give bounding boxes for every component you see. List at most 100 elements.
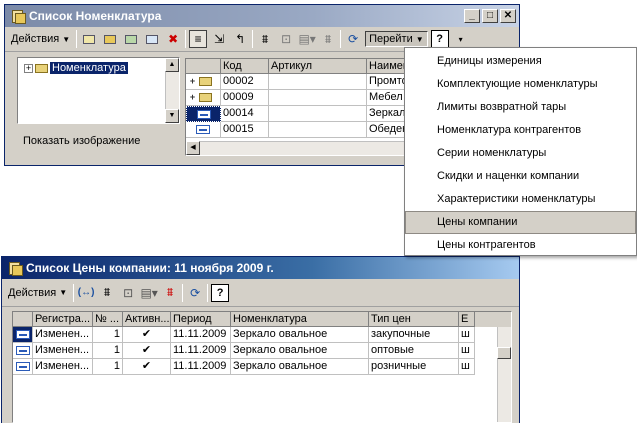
folder-icon bbox=[199, 76, 212, 86]
code-cell: 00002 bbox=[221, 74, 269, 90]
table-row[interactable]: 00015 Обеден bbox=[186, 122, 406, 138]
scroll-left-button[interactable]: ◀ bbox=[186, 141, 200, 155]
goto-dropdown-menu: Единицы измерения Комплектующие номенкла… bbox=[404, 47, 637, 256]
column-header-registrar[interactable]: Регистра... bbox=[33, 312, 93, 327]
scroll-thumb[interactable] bbox=[497, 347, 511, 359]
actions-menu-button[interactable]: Действия ▼ bbox=[8, 32, 73, 46]
tree-vertical-scrollbar[interactable]: ▲ ▼ bbox=[165, 58, 179, 123]
element-icon bbox=[196, 124, 210, 134]
table-row[interactable]: + 00009 Мебел bbox=[186, 90, 406, 106]
table-horizontal-scrollbar[interactable]: ◀ bbox=[186, 141, 406, 155]
row-icon-cell: + bbox=[186, 74, 221, 90]
table-row[interactable]: Изменен... 1 ✔ 11.11.2009 Зеркало овальн… bbox=[13, 327, 511, 343]
table-row[interactable]: Изменен... 1 ✔ 11.11.2009 Зеркало овальн… bbox=[13, 359, 511, 375]
clear-filter-icon[interactable]: ⩩ bbox=[161, 284, 179, 302]
menu-item-discounts[interactable]: Скидки и наценки компании bbox=[405, 165, 636, 188]
period-icon[interactable]: (↔) bbox=[77, 284, 95, 302]
column-header-name[interactable]: Наимен bbox=[367, 59, 406, 74]
table-header: Регистра... № ... Активн... Период Номен… bbox=[13, 312, 511, 327]
article-cell bbox=[269, 90, 367, 106]
prices-window-title: Список Цены компании: 11 ноября 2009 г. bbox=[26, 261, 274, 275]
column-header-active[interactable]: Активн... bbox=[123, 312, 171, 327]
close-button[interactable]: ✕ bbox=[500, 9, 516, 23]
prices-vertical-scrollbar[interactable] bbox=[497, 327, 511, 422]
column-header-icon[interactable] bbox=[13, 312, 33, 327]
menu-item-units[interactable]: Единицы измерения bbox=[405, 50, 636, 73]
actions-menu-button[interactable]: Действия ▼ bbox=[5, 286, 70, 300]
register-record-icon bbox=[16, 329, 30, 339]
nomenclature-cell: Зеркало овальное bbox=[231, 327, 369, 343]
table-row[interactable]: Изменен... 1 ✔ 11.11.2009 Зеркало овальн… bbox=[13, 343, 511, 359]
filter-history-icon[interactable]: ▤▾ bbox=[140, 284, 158, 302]
level-up-icon[interactable]: ↰ bbox=[231, 30, 249, 48]
tree-root-node[interactable]: + Номенклатура bbox=[24, 62, 128, 74]
unit-cell: ш bbox=[459, 343, 475, 359]
menu-item-counterparty-prices[interactable]: Цены контрагентов bbox=[405, 234, 636, 257]
row-icon-cell bbox=[186, 106, 221, 122]
filter-by-value-icon[interactable]: ⊡ bbox=[277, 30, 295, 48]
nomenclature-cell: Зеркало овальное bbox=[231, 343, 369, 359]
menu-item-counterparty-nomenclature[interactable]: Номенклатура контрагентов bbox=[405, 119, 636, 142]
menu-item-characteristics[interactable]: Характеристики номенклатуры bbox=[405, 188, 636, 211]
minimize-button[interactable]: _ bbox=[464, 9, 480, 23]
line-number-cell: 1 bbox=[93, 327, 123, 343]
edit-item-icon[interactable] bbox=[143, 30, 161, 48]
registrar-cell: Изменен... bbox=[33, 343, 93, 359]
column-header-unit[interactable]: Е bbox=[459, 312, 475, 327]
tree-expand-icon[interactable]: + bbox=[24, 63, 33, 73]
period-cell: 11.11.2009 bbox=[171, 327, 231, 343]
chevron-down-icon: ▼ bbox=[415, 34, 424, 44]
nomenclature-window-titlebar[interactable]: Список Номенклатура _ □ ✕ bbox=[5, 5, 519, 27]
column-header-icon[interactable] bbox=[186, 59, 221, 74]
prices-window-titlebar[interactable]: Список Цены компании: 11 ноября 2009 г. bbox=[2, 257, 519, 279]
scroll-down-button[interactable]: ▼ bbox=[165, 109, 179, 123]
column-header-code[interactable]: Код bbox=[221, 59, 269, 74]
group-expand-icon[interactable]: + bbox=[188, 90, 197, 105]
nomenclature-tree-panel: + Номенклатура ▲ ▼ bbox=[17, 57, 180, 124]
table-row[interactable]: + 00002 Промто bbox=[186, 74, 406, 90]
element-icon bbox=[197, 109, 211, 119]
filter-history-icon[interactable]: ▤▾ bbox=[298, 30, 316, 48]
row-icon-cell: + bbox=[186, 90, 221, 106]
name-cell: Зеркал bbox=[367, 106, 406, 122]
help-button[interactable]: ? bbox=[430, 30, 449, 48]
maximize-button[interactable]: □ bbox=[482, 9, 498, 23]
refresh-icon[interactable]: ⟳ bbox=[344, 30, 362, 48]
column-header-price-type[interactable]: Тип цен bbox=[369, 312, 459, 327]
registrar-cell: Изменен... bbox=[33, 327, 93, 343]
column-header-nomenclature[interactable]: Номенклатура bbox=[231, 312, 369, 327]
menu-item-series[interactable]: Серии номенклатуры bbox=[405, 142, 636, 165]
filter-icon[interactable]: ⩩ bbox=[256, 30, 274, 48]
price-type-cell: розничные bbox=[369, 359, 459, 375]
menu-item-components[interactable]: Комплектующие номенклатуры bbox=[405, 73, 636, 96]
column-header-period[interactable]: Период bbox=[171, 312, 231, 327]
hierarchy-icon[interactable]: ≡ bbox=[189, 30, 208, 48]
tree-toggle-icon[interactable]: ⇲ bbox=[210, 30, 228, 48]
toolbar-separator bbox=[340, 30, 342, 48]
add-item-icon[interactable] bbox=[80, 30, 98, 48]
show-image-link[interactable]: Показать изображение bbox=[23, 135, 140, 147]
menu-item-returnable-container-limits[interactable]: Лимиты возвратной тары bbox=[405, 96, 636, 119]
toolbar-overflow-icon[interactable]: ▾ bbox=[452, 30, 470, 48]
chevron-down-icon: ▼ bbox=[59, 288, 68, 297]
column-header-article[interactable]: Артикул bbox=[269, 59, 367, 74]
table-row[interactable]: 00014 Зеркал bbox=[186, 106, 406, 122]
clear-filter-icon[interactable]: ⩩ bbox=[319, 30, 337, 48]
help-button[interactable]: ? bbox=[211, 283, 230, 302]
article-cell bbox=[269, 106, 367, 122]
toolbar-separator bbox=[182, 283, 184, 302]
code-cell: 00009 bbox=[221, 90, 269, 106]
menu-item-company-prices[interactable]: Цены компании bbox=[405, 211, 636, 234]
copy-item-icon[interactable] bbox=[122, 30, 140, 48]
scroll-up-button[interactable]: ▲ bbox=[165, 58, 179, 72]
add-group-icon[interactable] bbox=[101, 30, 119, 48]
goto-menu-button[interactable]: Перейти ▼ bbox=[365, 31, 428, 47]
filter-by-value-icon[interactable]: ⊡ bbox=[119, 284, 137, 302]
filter-icon[interactable]: ⩩ bbox=[98, 284, 116, 302]
mark-delete-icon[interactable]: ✖ bbox=[164, 30, 182, 48]
group-expand-icon[interactable]: + bbox=[188, 74, 197, 89]
refresh-icon[interactable]: ⟳ bbox=[186, 284, 204, 302]
column-header-line-number[interactable]: № ... bbox=[93, 312, 123, 327]
tree-root-label: Номенклатура bbox=[50, 62, 128, 74]
name-cell: Обеден bbox=[367, 122, 406, 138]
